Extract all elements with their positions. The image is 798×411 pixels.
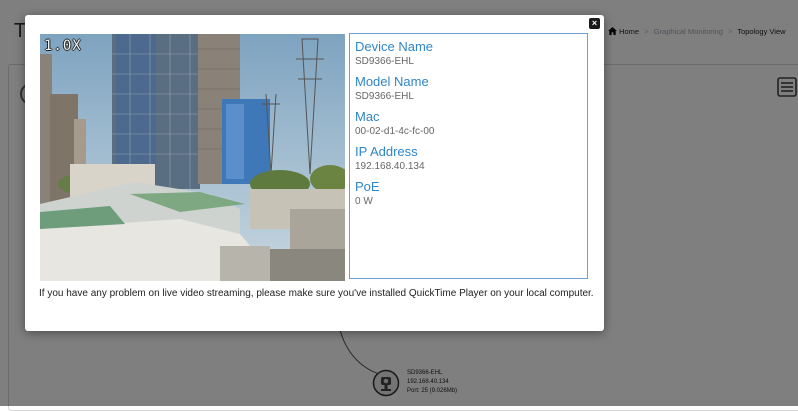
device-name-label: Device Name xyxy=(355,39,434,54)
model-name-label: Model Name xyxy=(355,74,429,89)
camera-view-image xyxy=(40,34,345,281)
close-button[interactable]: × xyxy=(589,18,600,29)
quicktime-notice: If you have any problem on live video st… xyxy=(39,288,594,299)
ip-address-label: IP Address xyxy=(355,144,418,159)
device-info-panel: Device Name SD9366-EHL Model Name SD9366… xyxy=(349,33,588,279)
poe-value: 0 W xyxy=(355,196,373,207)
model-name-value: SD9366-EHL xyxy=(355,91,414,102)
device-name-value: SD9366-EHL xyxy=(355,56,414,67)
poe-label: PoE xyxy=(355,179,380,194)
ip-address-value: 192.168.40.134 xyxy=(355,161,425,172)
mac-value: 00-02-d1-4c-fc-00 xyxy=(355,126,435,137)
device-info-modal: × 1.0X Device Name SD9366-EHL Model Name… xyxy=(25,15,604,331)
mac-label: Mac xyxy=(355,109,380,124)
live-video-stream[interactable]: 1.0X xyxy=(40,34,345,281)
zoom-level: 1.0X xyxy=(44,38,82,54)
